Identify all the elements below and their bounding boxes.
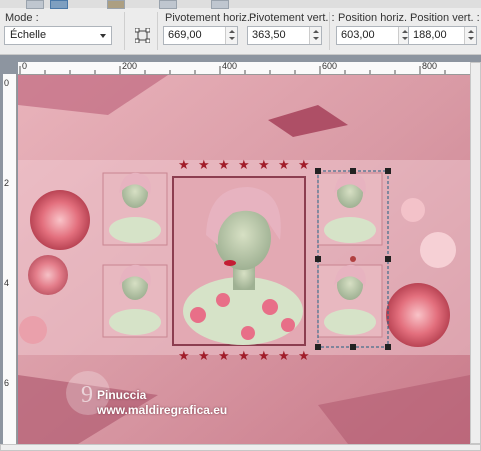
horizontal-scrollbar[interactable] <box>0 444 481 451</box>
mode-value: Échelle <box>10 29 47 41</box>
star-decoration: ★ <box>258 348 270 363</box>
transform-handle[interactable] <box>385 256 391 262</box>
pos-h-value: 603,00 <box>341 29 375 41</box>
spinner-icon[interactable] <box>309 27 321 44</box>
ruler-label: 2 <box>4 178 10 188</box>
mode-dropdown[interactable]: Échelle <box>4 26 112 45</box>
pivot-v-value: 363,50 <box>252 29 286 41</box>
star-decoration: ★ <box>278 348 290 363</box>
artwork: 9 <box>18 75 470 444</box>
star-decoration: ★ <box>298 348 310 363</box>
star-decoration: ★ <box>198 157 210 172</box>
spinner-icon[interactable] <box>225 27 237 44</box>
pivot-h-value: 669,00 <box>168 29 202 41</box>
pivot-h-field[interactable]: 669,00 <box>163 26 238 45</box>
pos-v-value: 188,00 <box>413 29 447 41</box>
pivot-icon[interactable] <box>135 28 150 43</box>
star-decoration: ★ <box>238 348 250 363</box>
spinner-icon[interactable] <box>464 27 476 44</box>
pos-v-label: Position vert. : <box>410 12 480 24</box>
transform-handle[interactable] <box>385 344 391 350</box>
star-decoration: ★ <box>198 348 210 363</box>
ruler-label: 6 <box>4 378 10 388</box>
pos-v-field[interactable]: 188,00 <box>408 26 477 45</box>
toolbar-button-active[interactable] <box>50 0 68 9</box>
portrait-main <box>172 176 306 346</box>
transform-handle[interactable] <box>315 168 321 174</box>
pivot-v-label: Pivotement vert. : <box>249 12 335 24</box>
ruler-label: 4 <box>4 278 10 288</box>
chevron-down-icon <box>100 34 106 38</box>
star-decoration: ★ <box>218 348 230 363</box>
transform-handle[interactable] <box>315 256 321 262</box>
watermark-name: Pinuccia <box>97 388 147 402</box>
star-decoration: ★ <box>258 157 270 172</box>
toolbar-button-1[interactable] <box>26 0 44 9</box>
watermark-text: Pinuccia www.maldiregrafica.eu <box>97 388 227 418</box>
pivot-v-field[interactable]: 363,50 <box>247 26 322 45</box>
separator <box>124 12 125 50</box>
star-decoration: ★ <box>178 348 190 363</box>
top-strip <box>0 0 481 8</box>
image-canvas[interactable]: 9 ★ ★ ★ ★ ★ ★ ★ ★ ★ ★ ★ ★ ★ ★ <box>18 75 470 444</box>
ruler-label: 800 <box>422 62 438 71</box>
ruler-label: 0 <box>4 78 10 88</box>
toolbar-button-4[interactable] <box>159 0 177 9</box>
separator <box>329 12 330 50</box>
vertical-ruler: 0 2 4 6 <box>3 74 17 444</box>
separator <box>157 12 158 50</box>
mode-label: Mode : <box>5 12 39 24</box>
star-decoration: ★ <box>278 157 290 172</box>
pos-h-field[interactable]: 603,00 <box>336 26 411 45</box>
transform-handle[interactable] <box>385 168 391 174</box>
toolbar-button-3[interactable] <box>107 0 125 9</box>
pivot-h-label: Pivotement horiz. : <box>165 12 257 24</box>
svg-text:9: 9 <box>81 382 93 408</box>
ruler-ticks <box>19 66 446 74</box>
tool-options-bar: Mode : Échelle Pivotement horiz. : 669,0… <box>0 0 481 55</box>
ruler-label: 600 <box>322 62 338 71</box>
transform-handle[interactable] <box>350 168 356 174</box>
star-decoration: ★ <box>298 157 310 172</box>
ruler-label: 0 <box>22 62 28 71</box>
toolbar-button-5[interactable] <box>211 0 229 9</box>
transform-handle[interactable] <box>315 344 321 350</box>
pos-h-label: Position horiz. : <box>338 12 414 24</box>
watermark-url: www.maldiregrafica.eu <box>97 403 228 417</box>
star-decoration: ★ <box>218 157 230 172</box>
pivot-point-handle[interactable] <box>350 256 356 262</box>
star-decoration: ★ <box>178 157 190 172</box>
star-decoration: ★ <box>238 157 250 172</box>
ruler-label: 200 <box>122 62 138 71</box>
transform-handle[interactable] <box>350 344 356 350</box>
ruler-label: 400 <box>222 62 238 71</box>
vertical-scrollbar[interactable] <box>470 62 481 444</box>
horizontal-ruler: 0 200 400 600 800 <box>18 62 470 75</box>
